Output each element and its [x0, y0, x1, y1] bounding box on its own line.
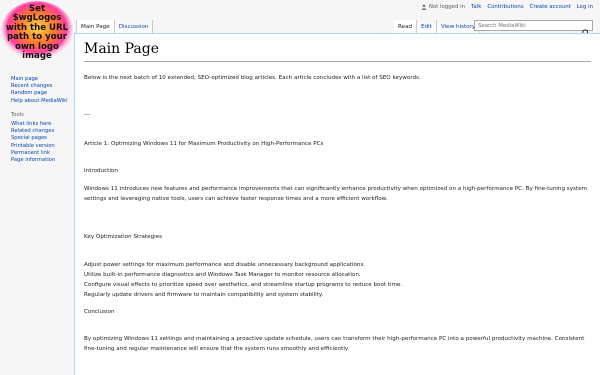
tab-main-page[interactable]: Main Page: [76, 20, 115, 34]
site-logo[interactable]: Set $wgLogos with the URL path to your o…: [0, 0, 74, 66]
log-in-link[interactable]: Log in: [577, 4, 593, 10]
article-title: Article 1: Optimizing Windows 11 for Max…: [84, 141, 324, 147]
strategy-item: Utilize built-in performance diagnostics…: [84, 272, 361, 278]
search-input[interactable]: [475, 22, 581, 29]
view-tabs: Read Edit View history: [394, 20, 481, 34]
strategy-item: Configure visual effects to prioritize s…: [84, 282, 403, 288]
not-logged-in-status: Not logged in: [421, 4, 465, 10]
page-title: Main Page: [84, 41, 160, 57]
introduction-text: Windows 11 introduces new features and p…: [84, 186, 588, 202]
search-box: [474, 20, 593, 37]
sidebar-item-page-information[interactable]: Page information: [11, 157, 55, 163]
sidebar-item-help[interactable]: Help about MediaWiki: [11, 98, 68, 104]
user-icon: [421, 4, 427, 10]
tab-edit[interactable]: Edit: [417, 20, 437, 34]
sidebar: Main page Recent changes Random page Hel…: [11, 76, 73, 164]
navigation-portal: Main page Recent changes Random page Hel…: [11, 76, 73, 105]
tab-discussion[interactable]: Discussion: [114, 20, 154, 34]
separator-text: ---: [84, 112, 91, 118]
sidebar-item-printable-version[interactable]: Printable version: [11, 143, 55, 149]
content-area: Main Page Below is the next batch of 10 …: [74, 33, 600, 375]
tools-portal: Tools What links here Related changes Sp…: [11, 112, 73, 164]
sidebar-item-related-changes[interactable]: Related changes: [11, 128, 54, 134]
sidebar-item-permanent-link[interactable]: Permanent link: [11, 150, 50, 156]
conclusion-text: By optimizing Windows 11 settings and ma…: [84, 336, 585, 352]
tab-read[interactable]: Read: [394, 20, 418, 34]
sidebar-item-recent-changes[interactable]: Recent changes: [11, 83, 52, 89]
sidebar-item-what-links-here[interactable]: What links here: [11, 121, 52, 127]
strategies-heading: Key Optimization Strategies: [84, 234, 163, 240]
tools-heading: Tools: [11, 111, 24, 118]
sidebar-item-special-pages[interactable]: Special pages: [11, 135, 47, 141]
sidebar-item-random-page[interactable]: Random page: [11, 90, 47, 96]
logo-text: Set $wgLogos with the URL path to your o…: [5, 4, 69, 62]
contributions-link[interactable]: Contributions: [487, 4, 523, 10]
title-divider: [84, 61, 591, 62]
strategy-item: Adjust power settings for maximum perfor…: [84, 262, 366, 268]
personal-tools: Not logged in Talk Contributions Create …: [421, 4, 593, 10]
create-account-link[interactable]: Create account: [530, 4, 571, 10]
introduction-heading: Introduction: [84, 168, 118, 174]
talk-link[interactable]: Talk: [471, 4, 481, 10]
strategy-item: Regularly update drivers and firmware to…: [84, 292, 324, 298]
intro-paragraph: Below is the next batch of 10 extended, …: [84, 75, 421, 81]
sidebar-item-main-page[interactable]: Main page: [11, 76, 38, 82]
conclusion-heading: Conclusion: [84, 309, 115, 315]
namespace-tabs: Main Page Discussion: [76, 20, 154, 34]
